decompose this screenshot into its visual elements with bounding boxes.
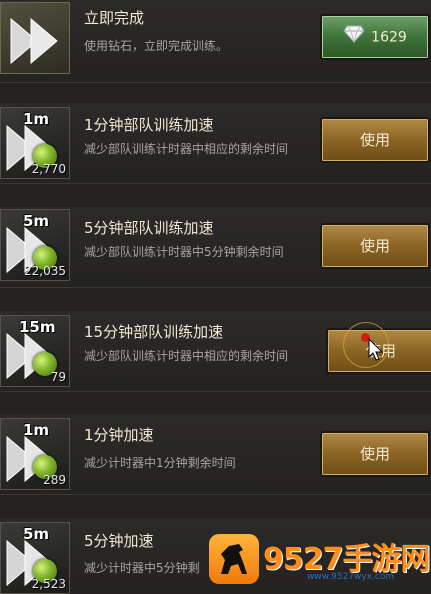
- speedup-arrow-icon: 1m 2,770: [0, 107, 70, 179]
- duration-badge: 5m: [23, 525, 50, 543]
- use-button[interactable]: 使用: [320, 117, 430, 163]
- horse-logo-icon: [209, 534, 259, 584]
- item-count: 289: [43, 473, 66, 487]
- duration-badge: 15m: [19, 318, 56, 336]
- duration-badge: 1m: [23, 421, 50, 439]
- item-row: 1m 2,770 1分钟部队训练加速 减少部队训练计时器中相应的剩余时间 使用: [0, 103, 431, 184]
- speedup-arrow-icon: 1m 289: [0, 418, 70, 490]
- watermark: 9527手游网 www.9527wyx.com: [205, 532, 431, 592]
- item-count: 2,523: [31, 577, 66, 591]
- speedup-arrow-icon: 5m 2,523: [0, 522, 70, 594]
- item-row-instant: 立即完成 使用钻石，立即完成训练。 1629: [0, 0, 431, 83]
- speedup-arrow-icon: [0, 2, 70, 74]
- use-button[interactable]: 使用: [320, 431, 430, 477]
- item-count: 22,035: [24, 264, 66, 278]
- speedup-arrow-icon: 15m 79: [0, 315, 70, 387]
- item-count: 79: [50, 370, 66, 384]
- watermark-url: www.9527wyx.com: [307, 572, 395, 582]
- item-title: 15分钟部队训练加速: [84, 323, 224, 341]
- item-description: 减少部队训练计时器中相应的剩余时间: [84, 142, 289, 156]
- item-title: 5分钟加速: [84, 532, 154, 550]
- item-description: 减少部队训练计时器中5分钟剩余时间: [84, 245, 284, 259]
- mouse-cursor-icon: [368, 337, 384, 366]
- item-description: 减少部队训练计时器中相应的剩余时间: [84, 349, 289, 363]
- speedup-arrow-icon: 5m 22,035: [0, 209, 70, 281]
- item-description: 减少计时器中1分钟剩余时间: [84, 456, 236, 470]
- item-title: 5分钟部队训练加速: [84, 219, 214, 237]
- item-row: 5m 22,035 5分钟部队训练加速 减少部队训练计时器中5分钟剩余时间 使用: [0, 207, 431, 288]
- item-title: 1分钟加速: [84, 426, 154, 444]
- use-button[interactable]: 使用: [320, 223, 430, 269]
- diamond-cost: 1629: [371, 29, 407, 46]
- item-row: 1m 289 1分钟加速 减少计时器中1分钟剩余时间 使用: [0, 414, 431, 495]
- duration-badge: 5m: [23, 212, 50, 230]
- diamond-complete-button[interactable]: 1629: [320, 14, 430, 60]
- item-count: 2,770: [31, 162, 66, 176]
- duration-badge: 1m: [23, 110, 50, 128]
- item-title: 1分钟部队训练加速: [84, 116, 214, 134]
- item-description: 使用钻石，立即完成训练。: [84, 39, 229, 53]
- diamond-icon: [343, 17, 365, 59]
- item-title: 立即完成: [84, 9, 145, 27]
